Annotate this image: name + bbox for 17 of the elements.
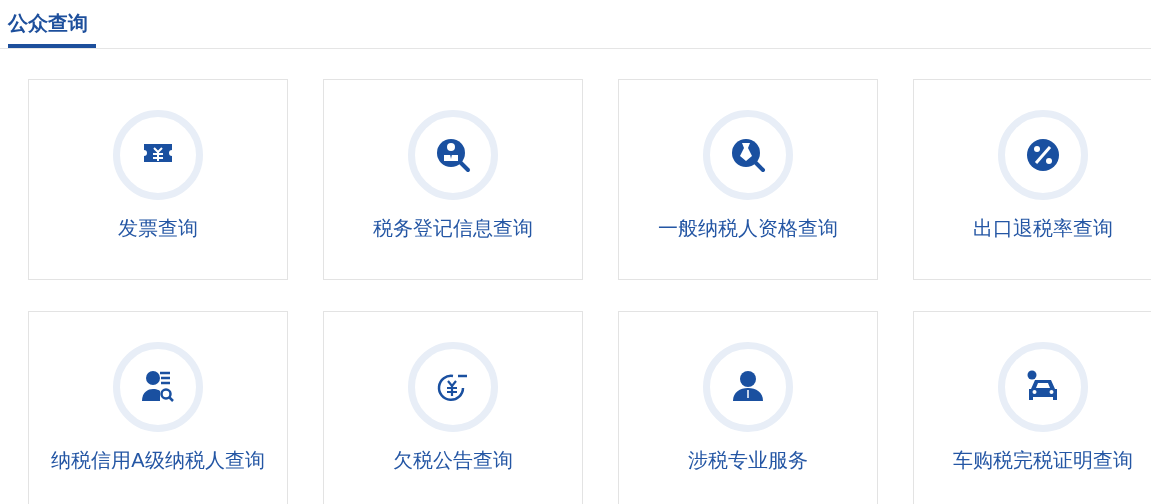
tile-label: 税务登记信息查询 bbox=[373, 216, 533, 241]
tile-label: 欠税公告查询 bbox=[393, 448, 513, 473]
query-tile[interactable]: 一般纳税人资格查询 bbox=[618, 79, 878, 280]
section-tab[interactable]: 公众查询 bbox=[8, 8, 96, 48]
tile-label: 出口退税率查询 bbox=[973, 216, 1113, 241]
tile-label: 车购税完税证明查询 bbox=[953, 448, 1133, 473]
query-tile[interactable]: 车购税完税证明查询 bbox=[913, 311, 1151, 504]
tile-label: 发票查询 bbox=[118, 216, 198, 241]
tile-label: 一般纳税人资格查询 bbox=[658, 216, 838, 241]
query-tile[interactable]: 税务登记信息查询 bbox=[323, 79, 583, 280]
tile-label: 纳税信用A级纳税人查询 bbox=[51, 448, 265, 473]
query-tile[interactable]: 出口退税率查询 bbox=[913, 79, 1151, 280]
query-tile[interactable]: 发票查询 bbox=[28, 79, 288, 280]
query-tile[interactable]: 纳税信用A级纳税人查询 bbox=[28, 311, 288, 504]
query-tile[interactable]: 欠税公告查询 bbox=[323, 311, 583, 504]
tile-label: 涉税专业服务 bbox=[688, 448, 808, 473]
query-tile[interactable]: 涉税专业服务 bbox=[618, 311, 878, 504]
